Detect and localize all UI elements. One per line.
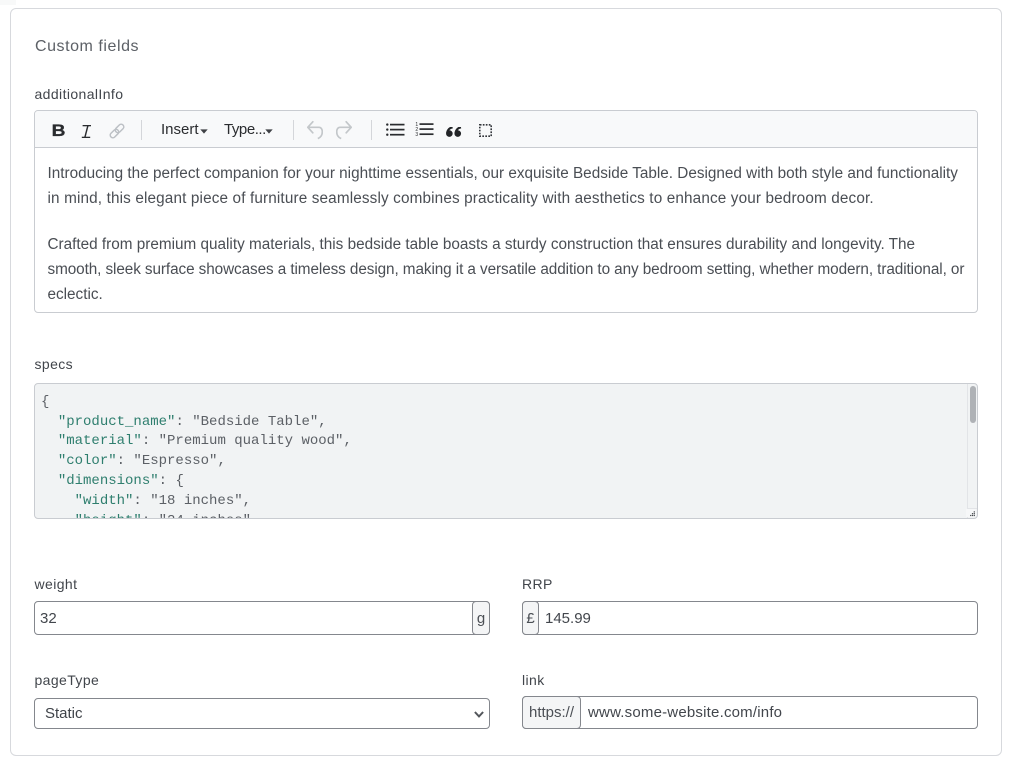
svg-text:3: 3 [415, 132, 418, 136]
